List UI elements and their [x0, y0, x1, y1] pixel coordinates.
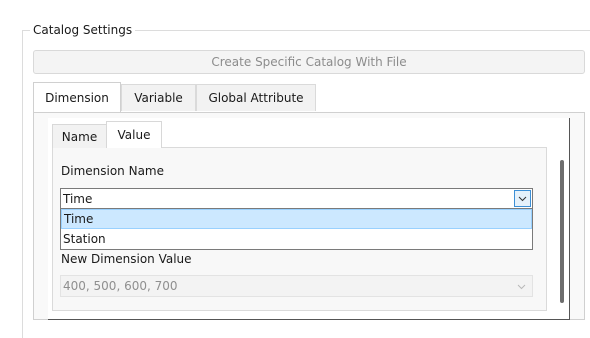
dropdown-option-station[interactable]: Station: [61, 229, 532, 249]
new-dimension-value-combobox: 400, 500, 600, 700: [60, 275, 533, 297]
dropdown-option-time[interactable]: Time: [61, 209, 532, 229]
tab-name[interactable]: Name: [52, 124, 107, 148]
dimension-name-dropdown-button[interactable]: [514, 190, 531, 207]
chevron-down-icon: [517, 284, 526, 290]
dimension-name-label: Dimension Name: [61, 164, 165, 178]
dimension-name-dropdown-list: Time Station: [60, 208, 533, 250]
tab-value[interactable]: Value: [106, 121, 162, 148]
dimension-name-combobox[interactable]: Time: [60, 188, 533, 209]
chevron-down-icon: [518, 196, 527, 201]
vertical-scrollbar[interactable]: [556, 120, 568, 318]
groupbox-title: Catalog Settings: [30, 22, 136, 38]
tab-global-attribute[interactable]: Global Attribute: [196, 84, 316, 111]
tab-dimension[interactable]: Dimension: [33, 82, 121, 112]
create-catalog-button[interactable]: Create Specific Catalog With File: [33, 50, 585, 74]
new-dimension-value-label: New Dimension Value: [61, 252, 192, 266]
new-dimension-value-text: 400, 500, 600, 700: [63, 279, 178, 293]
dimension-name-selected: Time: [63, 191, 93, 206]
tab-variable[interactable]: Variable: [121, 84, 196, 111]
scrollbar-thumb[interactable]: [560, 160, 564, 303]
main-tabs: Dimension Variable Global Attribute: [33, 82, 585, 114]
